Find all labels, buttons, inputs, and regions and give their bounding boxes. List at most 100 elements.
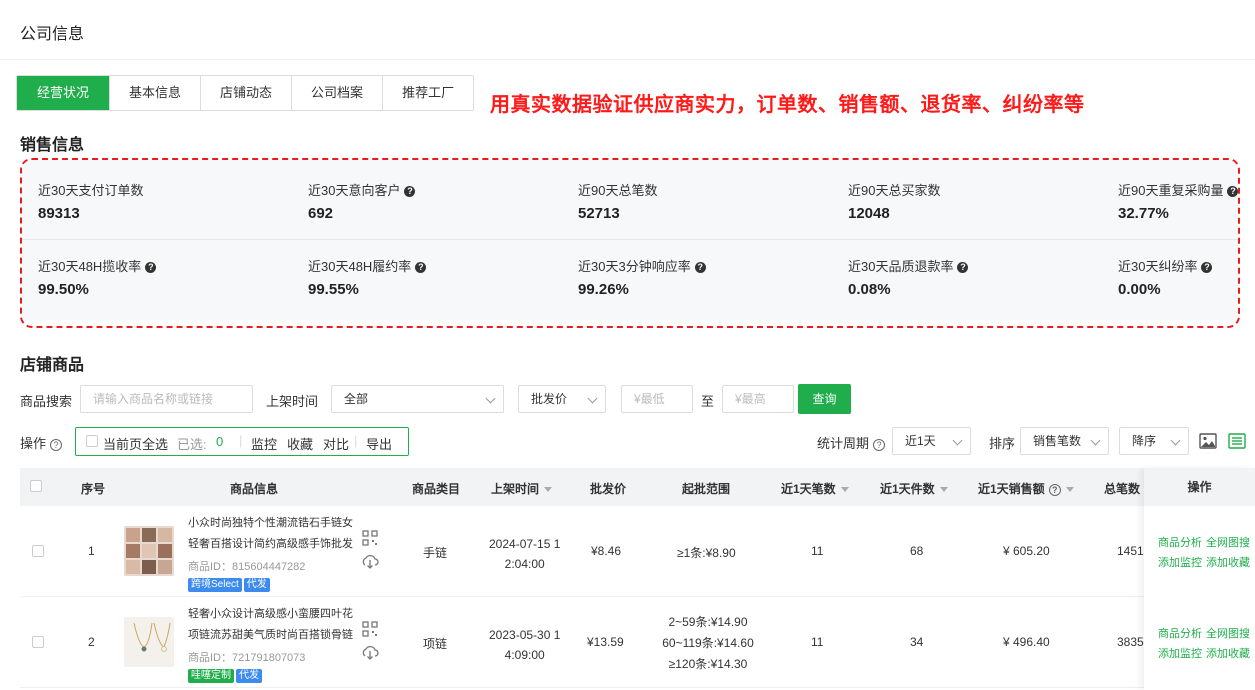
stat-value: 32.77% [1118, 205, 1169, 222]
stats-row-2: 近30天48H揽收率? 99.50% 近30天48H履约率? 99.55% 近3… [22, 240, 1238, 320]
tab-bar: 经营状况 基本信息 店铺动态 公司档案 推荐工厂 [16, 75, 475, 111]
sort-icon [840, 487, 849, 492]
period-label: 统计周期 [817, 436, 870, 451]
add-monitor-link[interactable]: 添加监控 [1158, 554, 1202, 570]
sort-field-select[interactable]: 销售笔数 [1020, 427, 1109, 455]
compare-button[interactable]: 对比 [323, 434, 349, 453]
row-index: 1 [88, 544, 95, 558]
tab-basic-info[interactable]: 基本信息 [110, 76, 202, 110]
tab-business-status[interactable]: 经营状况 [17, 76, 111, 110]
product-search-input[interactable]: 请输入商品名称或链接 [80, 385, 253, 413]
help-icon[interactable]: ? [415, 262, 427, 273]
col-pieces-1d[interactable]: 近1天件数 [880, 480, 948, 497]
tab-recommended-factory[interactable]: 推荐工厂 [383, 76, 474, 110]
sort-order-select[interactable]: 降序 [1119, 427, 1189, 455]
chevron-down-icon [485, 393, 496, 404]
download-icon[interactable] [361, 552, 379, 570]
table-row: 1 小众时尚独特个性潮流锆石手链女 轻奢百搭设计简约高级感手饰批发 商品ID：8… [20, 506, 1255, 597]
stat-label: 近30天意向客户 [308, 183, 401, 198]
col-index: 序号 [81, 482, 106, 496]
query-button[interactable]: 查询 [798, 384, 851, 414]
max-price-input[interactable]: ¥最高 [722, 385, 794, 413]
row-order-range: 2~59条:¥14.90 60~119条:¥14.60 ≥120条:¥14.30 [662, 615, 754, 671]
product-analysis-link[interactable]: 商品分析 [1158, 534, 1202, 550]
help-icon[interactable]: ? [50, 439, 63, 451]
qr-code-icon[interactable] [362, 530, 378, 546]
sort-icon [1065, 487, 1074, 492]
stat-value: 0.08% [848, 281, 891, 298]
row-sales-1d: ¥ 496.40 [1003, 635, 1050, 649]
product-thumbnail[interactable] [124, 617, 174, 667]
stat-label: 近90天重复采购量 [1118, 183, 1224, 198]
sort-icon [939, 487, 948, 492]
row-category: 手链 [423, 546, 448, 560]
qr-code-icon[interactable] [362, 621, 378, 637]
header-checkbox[interactable] [30, 480, 42, 492]
search-label: 商品搜索 [20, 394, 73, 409]
tag-badge: 代发 [243, 578, 270, 592]
list-view-icon[interactable] [1228, 433, 1246, 449]
stat-item: 近30天3分钟响应率? 99.26% [578, 256, 706, 298]
price-type-select[interactable]: 批发价 [518, 385, 606, 413]
stat-item: 近30天纠纷率? 0.00% [1118, 256, 1213, 298]
product-name[interactable]: 轻奢小众设计高级感小蛮腰四叶花 项链流苏甜美气质时尚百搭锁骨链 [188, 604, 356, 646]
listing-date-select[interactable]: 全部 [331, 385, 504, 413]
help-icon[interactable]: ? [694, 262, 706, 273]
monitor-button[interactable]: 监控 [251, 434, 277, 453]
stat-label: 近30天48H揽收率 [38, 259, 142, 274]
add-monitor-link[interactable]: 添加监控 [1158, 645, 1202, 661]
table-header: 序号 商品信息 商品类目 上架时间 批发价 起批范围 近1天笔数 近1天件数 近… [20, 468, 1255, 506]
help-icon[interactable]: ? [404, 186, 416, 197]
image-search-link[interactable]: 全网图搜 [1206, 534, 1250, 550]
stat-value: 99.55% [308, 281, 359, 298]
product-name[interactable]: 小众时尚独特个性潮流锆石手链女 轻奢百搭设计简约高级感手饰批发 [188, 513, 356, 555]
stat-label: 近90天总买家数 [848, 183, 941, 198]
stat-item: 近90天重复采购量? 32.77% [1118, 180, 1238, 222]
export-button[interactable]: 导出 [366, 434, 392, 453]
stat-label: 近30天3分钟响应率 [578, 259, 691, 274]
row-order-range: ≥1条:¥8.90 [677, 546, 736, 560]
download-icon[interactable] [361, 643, 379, 661]
shop-section-title: 店铺商品 [20, 357, 85, 374]
min-price-input[interactable]: ¥最低 [621, 385, 693, 413]
add-favorite-link[interactable]: 添加收藏 [1206, 645, 1250, 661]
sort-icon [544, 487, 553, 492]
product-thumbnail[interactable] [124, 526, 174, 576]
favorite-button[interactable]: 收藏 [287, 434, 313, 453]
table-row: 2 轻奢小众设计高级感小蛮腰四叶花 项链流苏甜美气质时尚百搭锁骨链 商品ID：7… [20, 597, 1255, 688]
help-icon[interactable]: ? [1048, 484, 1061, 496]
help-icon[interactable]: ? [1201, 262, 1213, 273]
col-listing-date[interactable]: 上架时间 [491, 480, 553, 497]
image-view-icon[interactable] [1199, 433, 1217, 449]
tab-shop-news[interactable]: 店铺动态 [201, 76, 293, 110]
product-analysis-link[interactable]: 商品分析 [1158, 625, 1202, 641]
stat-item: 近30天支付订单数 89313 [38, 180, 143, 222]
col-orders-1d[interactable]: 近1天笔数 [781, 480, 849, 497]
help-icon[interactable]: ? [957, 262, 969, 273]
row-listing-date: 2023-05-30 1 4:09:00 [489, 628, 561, 662]
row-checkbox[interactable] [32, 636, 44, 648]
selected-label: 已选: [177, 437, 207, 452]
row-sales-1d: ¥ 605.20 [1003, 544, 1050, 558]
add-favorite-link[interactable]: 添加收藏 [1206, 554, 1250, 570]
period-select[interactable]: 近1天 [892, 427, 971, 455]
row-orders-1d: 11 [811, 635, 824, 649]
col-sales-1d[interactable]: 近1天销售额? [978, 480, 1074, 497]
help-icon[interactable]: ? [873, 439, 886, 451]
stat-item: 近90天总买家数 12048 [848, 180, 940, 222]
stat-item: 近30天48H履约率? 99.55% [308, 256, 427, 298]
row-checkbox[interactable] [32, 545, 44, 557]
select-all-label[interactable]: 当前页全选 [103, 434, 168, 453]
help-icon[interactable]: ? [1227, 186, 1238, 197]
stat-label: 近90天总笔数 [578, 183, 658, 198]
col-category: 商品类目 [412, 482, 461, 496]
image-search-link[interactable]: 全网图搜 [1206, 625, 1250, 641]
select-all-checkbox[interactable] [86, 435, 98, 447]
sort-order-value: 降序 [1132, 434, 1157, 448]
stat-value: 99.50% [38, 281, 89, 298]
stat-item: 近30天48H揽收率? 99.50% [38, 256, 157, 298]
tab-company-profile[interactable]: 公司档案 [292, 76, 384, 110]
stat-value: 99.26% [578, 281, 629, 298]
help-icon[interactable]: ? [145, 262, 157, 273]
sort-label: 排序 [989, 436, 1016, 451]
